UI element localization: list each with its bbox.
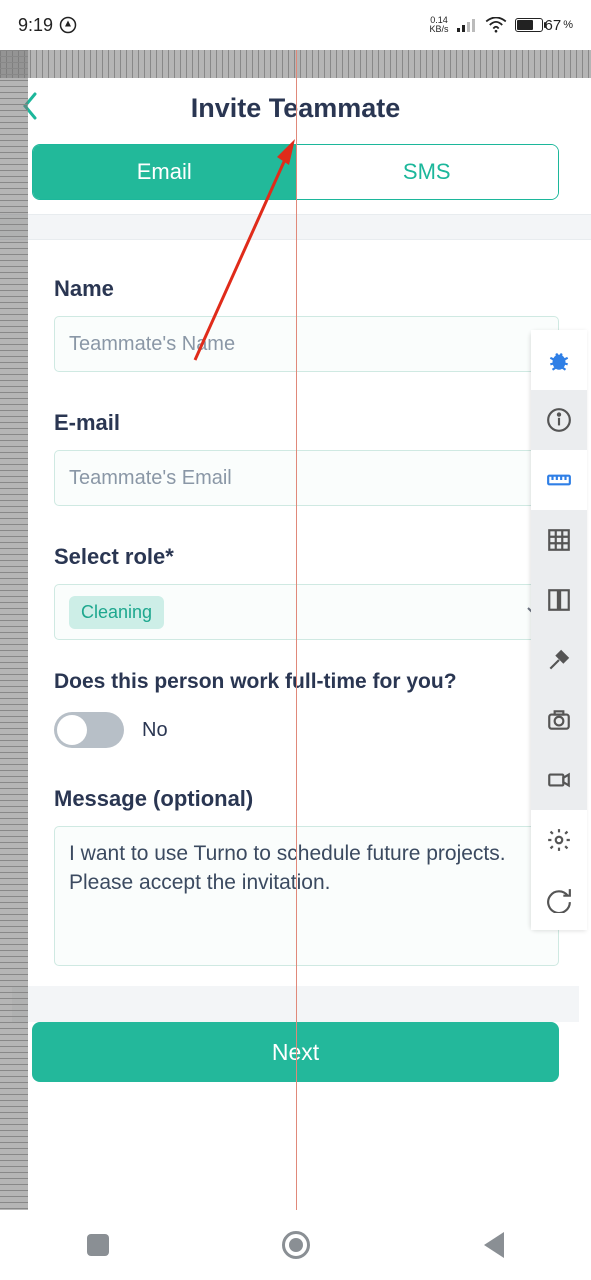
settings-icon[interactable] <box>531 810 587 870</box>
fulltime-value: No <box>142 719 168 742</box>
fulltime-question: Does this person work full-time for you? <box>54 670 559 694</box>
fulltime-toggle[interactable] <box>54 712 124 748</box>
wifi-icon <box>485 17 507 33</box>
annotation-arrow <box>185 135 305 375</box>
email-input[interactable]: Teammate's Email <box>54 450 559 506</box>
camera-icon[interactable] <box>531 690 587 750</box>
video-icon[interactable] <box>531 750 587 810</box>
battery-indicator: 67% <box>515 17 573 34</box>
signal-icon <box>457 18 477 32</box>
status-bar: 9:19 0.14 KB/s 67% <box>0 0 591 50</box>
network-rate: 0.14 KB/s <box>430 16 449 34</box>
bug-icon[interactable] <box>531 330 587 390</box>
debug-toolbar <box>531 330 587 930</box>
debug-ruler-vertical <box>0 50 28 1210</box>
message-label: Message (optional) <box>54 786 559 812</box>
name-label: Name <box>54 276 559 302</box>
column-icon[interactable] <box>531 570 587 630</box>
name-input[interactable]: Teammate's Name <box>54 316 559 372</box>
ruler-icon[interactable] <box>531 450 587 510</box>
android-nav-bar <box>0 1210 591 1280</box>
grid-icon[interactable] <box>531 510 587 570</box>
info-icon[interactable] <box>531 390 587 450</box>
eyedropper-icon[interactable] <box>531 630 587 690</box>
status-time: 9:19 <box>18 15 53 36</box>
home-button[interactable] <box>282 1231 310 1259</box>
role-chip: Cleaning <box>69 596 164 629</box>
back-nav-button[interactable] <box>484 1232 504 1258</box>
do-not-disturb-icon <box>59 16 77 34</box>
redo-icon[interactable] <box>531 870 587 930</box>
recents-button[interactable] <box>87 1234 109 1256</box>
email-label: E-mail <box>54 410 559 436</box>
role-label: Select role* <box>54 544 559 570</box>
role-select[interactable]: Cleaning <box>54 584 559 640</box>
tab-sms[interactable]: SMS <box>296 145 559 199</box>
message-textarea[interactable]: I want to use Turno to schedule future p… <box>54 826 559 966</box>
